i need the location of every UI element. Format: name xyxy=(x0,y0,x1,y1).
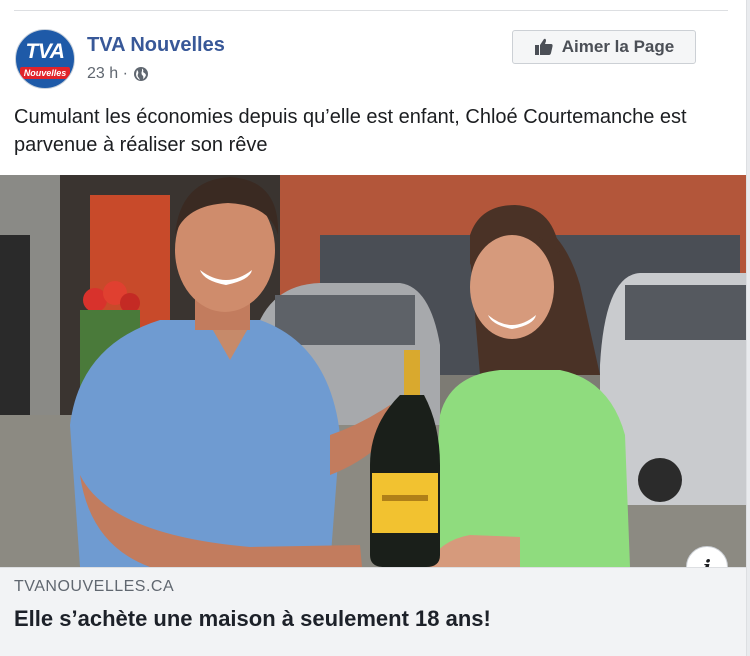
post-photo[interactable] xyxy=(0,175,746,567)
page-avatar[interactable]: TVA Nouvelles xyxy=(15,29,75,89)
page-name-link[interactable]: TVA Nouvelles xyxy=(87,34,225,57)
post-meta: 23 h · xyxy=(87,65,149,83)
avatar-logo-subtext: Nouvelles xyxy=(20,67,70,79)
facebook-post-card: TVA Nouvelles TVA Nouvelles 23 h · Aimer… xyxy=(0,0,747,656)
link-preview[interactable]: TVANOUVELLES.CA Elle s’achète une maison… xyxy=(0,567,746,656)
divider xyxy=(14,10,728,11)
like-page-button[interactable]: Aimer la Page xyxy=(512,30,696,64)
like-page-label: Aimer la Page xyxy=(561,37,675,56)
avatar-logo-text: TVA xyxy=(25,40,65,63)
link-domain: TVANOUVELLES.CA xyxy=(14,578,175,595)
thumbs-up-icon xyxy=(534,38,553,55)
globe-icon xyxy=(133,67,148,81)
link-headline[interactable]: Elle s’achète une maison à seulement 18 … xyxy=(14,606,491,632)
post-timestamp[interactable]: 23 h · xyxy=(87,65,128,83)
post-text: Cumulant les économies depuis qu’elle es… xyxy=(14,106,687,156)
